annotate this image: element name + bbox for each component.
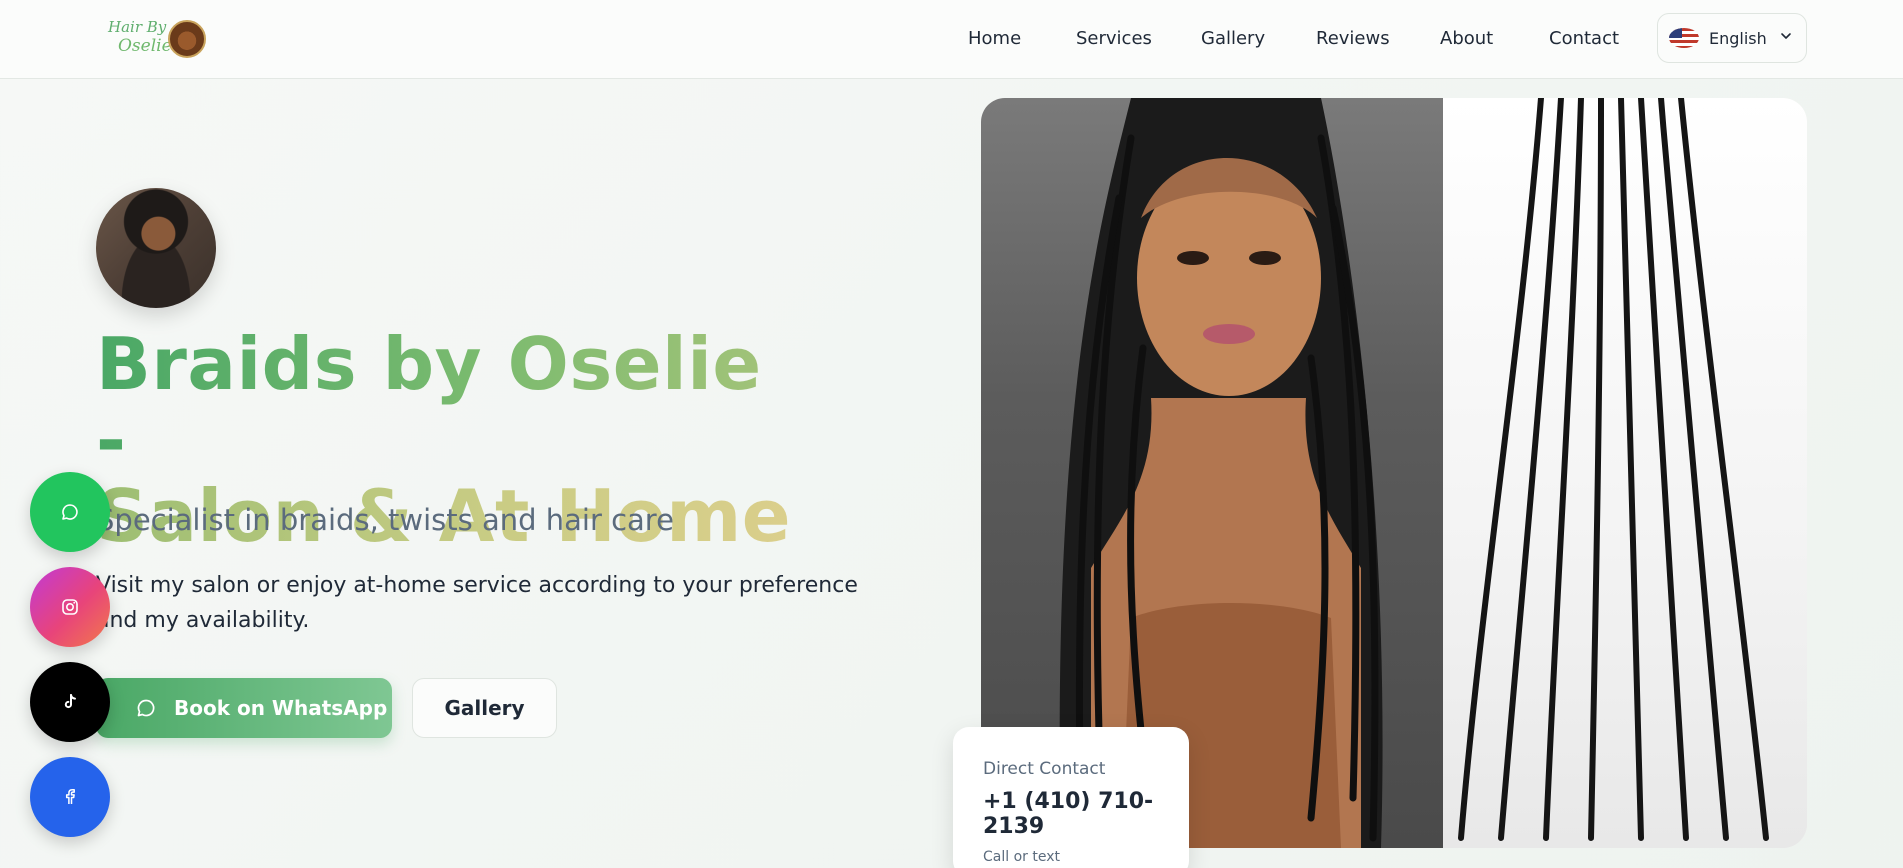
- contact-label: Direct Contact: [983, 759, 1106, 779]
- tiktok-icon: [64, 694, 76, 709]
- nav-gallery[interactable]: Gallery: [1201, 28, 1265, 52]
- stylist-avatar: [96, 188, 216, 308]
- hero-subtitle: Specialist in braids, twists and hair ca…: [96, 503, 674, 537]
- us-flag-icon: [1669, 28, 1699, 48]
- main-nav: Home Services Gallery Reviews About Cont…: [0, 0, 1903, 79]
- chat-bubble-icon: [137, 699, 155, 717]
- language-label: English: [1709, 28, 1767, 48]
- contact-note: Call or text: [983, 849, 1060, 865]
- facebook-icon: [65, 788, 75, 804]
- facebook-float-button[interactable]: [30, 757, 110, 837]
- instagram-float-button[interactable]: [30, 567, 110, 647]
- direct-contact-card: Direct Contact +1 (410) 710-2139 Call or…: [953, 727, 1189, 868]
- contact-phone[interactable]: +1 (410) 710-2139: [983, 789, 1189, 839]
- nav-reviews[interactable]: Reviews: [1316, 28, 1390, 52]
- chevron-down-icon: [1781, 33, 1791, 39]
- whatsapp-icon: [62, 504, 78, 520]
- book-whatsapp-label: Book on WhatsApp: [174, 696, 388, 720]
- site-header: Hair By Oselie Home Services Gallery Rev…: [0, 0, 1903, 79]
- gallery-button[interactable]: Gallery: [412, 678, 557, 738]
- nav-services[interactable]: Services: [1076, 28, 1152, 52]
- nav-about[interactable]: About: [1440, 28, 1493, 52]
- hero-description: Visit my salon or enjoy at-home service …: [96, 573, 858, 633]
- hero-title-line-1: Braids by Oselie -: [96, 326, 816, 478]
- language-selector[interactable]: English: [1657, 13, 1807, 63]
- nav-home[interactable]: Home: [968, 28, 1021, 52]
- whatsapp-float-button[interactable]: [30, 472, 110, 552]
- tiktok-float-button[interactable]: [30, 662, 110, 742]
- nav-contact[interactable]: Contact: [1549, 28, 1619, 52]
- book-whatsapp-button[interactable]: Book on WhatsApp: [96, 678, 392, 738]
- instagram-icon: [62, 599, 78, 615]
